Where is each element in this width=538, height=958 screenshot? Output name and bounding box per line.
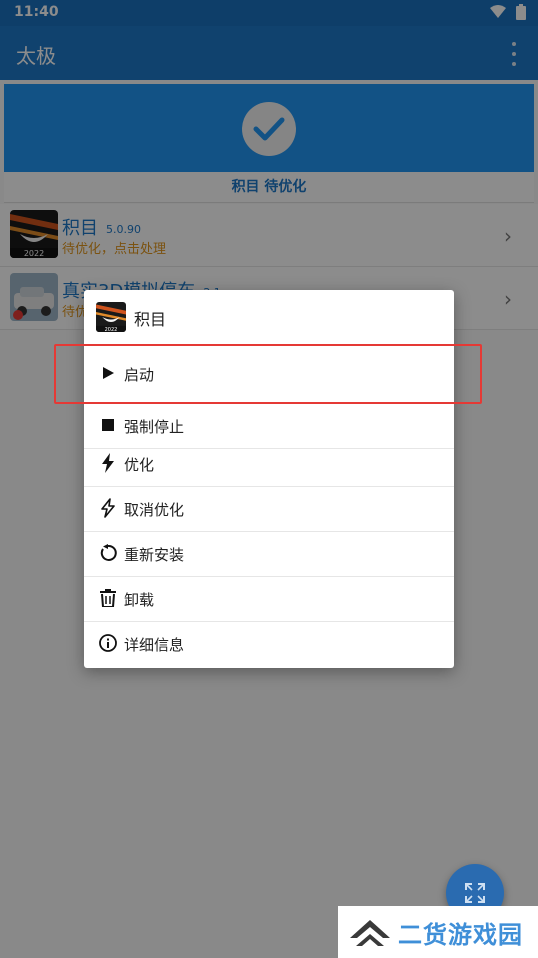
menu-item-label: 详细信息 <box>124 636 185 654</box>
menu-item-label: 优化 <box>124 456 155 474</box>
bolt-off-icon <box>98 498 118 518</box>
menu-item-label: 取消优化 <box>124 501 185 519</box>
menu-item-details[interactable]: 详细信息 <box>84 621 454 666</box>
highlight-box <box>54 344 482 404</box>
menu-item-label: 重新安装 <box>124 546 185 564</box>
menu-item-cancel-optimize[interactable]: 取消优化 <box>84 486 454 532</box>
reinstall-icon <box>98 543 118 563</box>
menu-item-label: 卸载 <box>124 591 155 609</box>
watermark-logo-icon <box>350 920 390 946</box>
watermark: 二货游戏园 <box>338 906 538 958</box>
dialog-header: 2022 积目 <box>84 290 454 344</box>
dialog-icon-badge: 2022 <box>105 327 118 332</box>
bolt-icon <box>98 453 118 473</box>
trash-icon <box>98 588 118 608</box>
stop-icon <box>98 415 118 435</box>
menu-item-reinstall[interactable]: 重新安装 <box>84 531 454 577</box>
menu-item-optimize[interactable]: 优化 <box>84 441 454 487</box>
info-icon <box>98 633 118 653</box>
menu-item-label: 强制停止 <box>124 418 185 436</box>
watermark-text: 二货游戏园 <box>398 920 523 949</box>
menu-item-uninstall[interactable]: 卸载 <box>84 576 454 622</box>
expand-icon <box>465 883 485 903</box>
app-icon: 2022 <box>96 302 126 332</box>
dialog-title: 积目 <box>134 310 167 329</box>
